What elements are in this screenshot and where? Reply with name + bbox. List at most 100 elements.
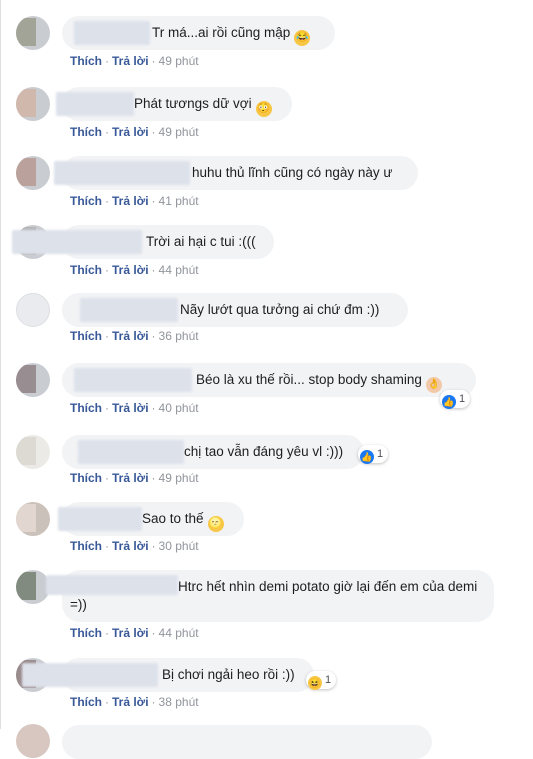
author-name[interactable] <box>58 507 142 531</box>
comment-bubble: Sao to thế 🌝 <box>58 502 244 536</box>
separator: · <box>151 626 156 640</box>
timestamp[interactable]: 36 phút <box>159 329 199 343</box>
avatar[interactable] <box>16 502 50 536</box>
separator: · <box>105 125 109 139</box>
timestamp[interactable]: 40 phút <box>159 401 199 415</box>
comment-bubble: Bị chơi ngải heo rồi :)) <box>22 658 314 692</box>
avatar[interactable] <box>16 570 50 604</box>
avatar[interactable] <box>16 16 50 50</box>
like-link[interactable]: Thích <box>70 539 102 553</box>
comment-actions: Thích · Trả lời · 40 phút <box>70 401 199 415</box>
avatar[interactable] <box>16 363 50 397</box>
avatar[interactable] <box>16 156 50 190</box>
avatar[interactable] <box>16 87 50 121</box>
comment-bubble: chị tao vẫn đáng yêu vl :))) <box>62 435 364 469</box>
comment-bubble: Tr má...ai rồi cũng mập 😂 <box>62 16 335 50</box>
author-name[interactable] <box>12 230 142 254</box>
timestamp[interactable]: 41 phút <box>159 194 199 208</box>
like-link[interactable]: Thích <box>70 695 102 709</box>
comment-bubble: Nãy lướt qua tưởng ai chứ đm :)) <box>62 293 408 327</box>
comment-actions: Thích · Trả lời · 49 phút <box>70 125 199 139</box>
like-link[interactable]: Thích <box>70 263 102 277</box>
timestamp[interactable]: 49 phút <box>159 54 199 68</box>
separator: · <box>151 54 156 68</box>
ok-hand-emoji-icon: 👌 <box>425 377 442 393</box>
avatar[interactable] <box>16 293 50 327</box>
comment-text-body: Sao to thế <box>142 511 204 526</box>
reaction-summary[interactable]: 👍 1 <box>440 390 471 409</box>
avatar[interactable] <box>16 435 50 469</box>
reply-link[interactable]: Trả lời <box>112 125 149 139</box>
author-name[interactable] <box>22 663 158 687</box>
reply-link[interactable]: Trả lời <box>112 194 149 208</box>
separator: · <box>105 471 109 485</box>
reaction-summary[interactable]: 😆 1 <box>306 671 337 690</box>
like-link[interactable]: Thích <box>70 401 102 415</box>
reaction-summary[interactable]: 👍 1 <box>358 445 389 464</box>
like-icon: 👍 <box>360 450 374 464</box>
separator: · <box>105 695 109 709</box>
author-name[interactable] <box>74 21 150 45</box>
moon-face-emoji-icon: 🌝 <box>207 516 224 532</box>
separator: · <box>151 401 156 415</box>
comment-text-body: chị tao vẫn đáng yêu vl :))) <box>184 444 344 459</box>
comment-actions: Thích · Trả lời · 41 phút <box>70 194 199 208</box>
separator: · <box>151 329 156 343</box>
comment-actions: Thích · Trả lời · 49 phút <box>70 471 199 485</box>
like-link[interactable]: Thích <box>70 125 102 139</box>
timestamp[interactable]: 44 phút <box>159 626 199 640</box>
like-icon: 👍 <box>442 395 456 409</box>
separator: · <box>151 263 156 277</box>
like-link[interactable]: Thích <box>70 626 102 640</box>
comment-text: chị tao vẫn đáng yêu vl :))) <box>184 444 343 460</box>
reply-link[interactable]: Trả lời <box>112 539 149 553</box>
avatar[interactable] <box>16 724 50 758</box>
author-name[interactable] <box>80 298 178 322</box>
reply-link[interactable]: Trả lời <box>112 54 149 68</box>
comment-text-body: Phát tươngs dữ vợi <box>134 96 252 111</box>
comment-actions: Thích · Trả lời · 36 phút <box>70 329 199 343</box>
comment-text: huhu thủ lĩnh cũng có ngày này ư <box>192 165 392 181</box>
timestamp[interactable]: 49 phút <box>159 471 199 485</box>
author-name[interactable] <box>56 92 134 116</box>
separator: · <box>105 329 109 343</box>
separator: · <box>105 626 109 640</box>
reaction-count: 1 <box>325 674 332 686</box>
timestamp[interactable]: 38 phút <box>159 695 199 709</box>
reply-link[interactable]: Trả lời <box>112 329 149 343</box>
comment-text: Béo là xu thế rồi... stop body shaming 👌 <box>196 372 442 393</box>
comment-text-body: Tr má...ai rồi cũng mập <box>152 25 291 40</box>
comment-text-body: Béo là xu thế rồi... stop body shaming <box>196 372 422 387</box>
reply-link[interactable]: Trả lời <box>112 263 149 277</box>
comment-text-body: Bị chơi ngải heo rồi :)) <box>162 667 295 682</box>
separator: · <box>151 194 156 208</box>
timestamp[interactable]: 44 phút <box>159 263 199 277</box>
author-name[interactable] <box>78 440 184 464</box>
comment-text: Bị chơi ngải heo rồi :)) <box>162 667 295 683</box>
comment-text: Sao to thế 🌝 <box>142 511 224 532</box>
like-link[interactable]: Thích <box>70 329 102 343</box>
reply-link[interactable]: Trả lời <box>112 471 149 485</box>
timestamp[interactable]: 30 phút <box>159 539 199 553</box>
author-name[interactable] <box>74 368 192 392</box>
reply-link[interactable]: Trả lời <box>112 401 149 415</box>
reaction-count: 1 <box>377 448 384 460</box>
like-link[interactable]: Thích <box>70 194 102 208</box>
author-name[interactable] <box>54 161 190 185</box>
reply-link[interactable]: Trả lời <box>112 695 149 709</box>
reaction-count: 1 <box>459 393 466 405</box>
like-link[interactable]: Thích <box>70 471 102 485</box>
comment-text-body: Nãy lướt qua tưởng ai chứ đm :)) <box>180 302 380 317</box>
comment-actions: Thích · Trả lời · 49 phút <box>70 54 199 68</box>
separator: · <box>151 471 156 485</box>
comment-text: Nãy lướt qua tưởng ai chứ đm :)) <box>180 302 379 318</box>
comment-actions: Thích · Trả lời · 44 phút <box>70 626 199 640</box>
timestamp[interactable]: 49 phút <box>159 125 199 139</box>
comment-actions: Thích · Trả lời · 38 phút <box>70 695 199 709</box>
comment-actions: Thích · Trả lời · 44 phút <box>70 263 199 277</box>
like-link[interactable]: Thích <box>70 54 102 68</box>
comment-text-body: Trời ai hại c tui :((( <box>146 234 256 249</box>
reply-link[interactable]: Trả lời <box>112 626 149 640</box>
separator: · <box>151 695 156 709</box>
comment-bubble: huhu thủ lĩnh cũng có ngày này ư <box>54 156 418 190</box>
